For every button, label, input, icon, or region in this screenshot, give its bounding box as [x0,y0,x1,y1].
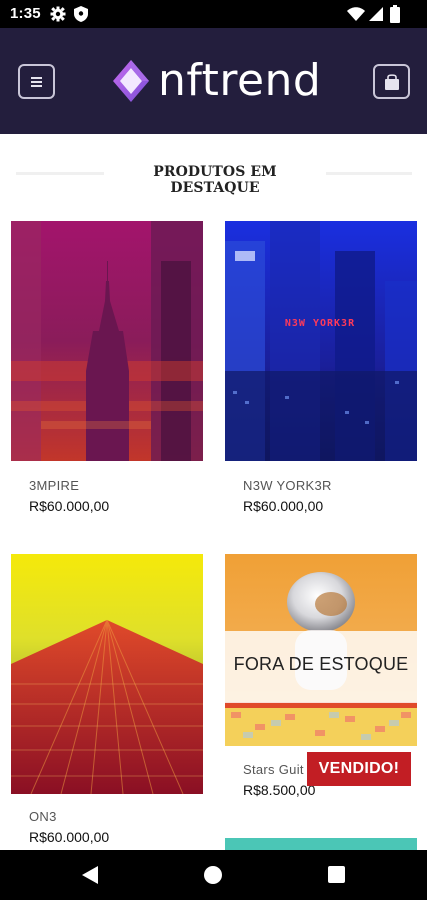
product-price: R$60.000,00 [29,829,110,845]
logo-text[interactable]: nftrend [158,52,321,110]
product-card[interactable]: ON3 R$60.000,00 [11,554,203,850]
product-card[interactable]: N3W YORK3R N3W YORK3R R$60.000,00 [225,221,417,521]
shopping-bag-icon [385,74,399,90]
out-of-stock-label: FORA DE ESTOQUE [233,654,409,674]
menu-button[interactable] [18,64,55,99]
product-price: R$60.000,00 [243,498,324,514]
product-name[interactable]: ON3 [29,809,57,824]
section-divider-left [16,172,104,175]
product-card[interactable]: 3MPIRE R$60.000,00 [11,221,203,521]
sold-badge: VENDIDO! [307,752,411,786]
home-icon[interactable] [204,866,222,884]
back-icon[interactable] [82,866,98,884]
status-time: 1:35 [10,5,41,22]
battery-icon [390,5,400,23]
app-header: nftrend [0,28,427,134]
section-title: PRODUTOS EM DESTAQUE [153,164,277,196]
one-tower-artwork[interactable] [11,554,203,794]
cart-button[interactable] [373,64,410,99]
next-product-card-edge[interactable] [225,838,417,850]
product-price: R$60.000,00 [29,498,110,514]
status-bar: 1:35 [0,0,427,28]
section-divider-right [326,172,412,175]
system-nav-bar [0,850,427,900]
signal-icon [369,7,383,21]
product-name[interactable]: Stars Guit [243,762,304,777]
product-name[interactable]: 3MPIRE [29,478,79,493]
shield-icon [74,6,88,22]
gear-icon [50,6,66,22]
logo-diamond-icon [113,60,149,102]
product-price: R$8.500,00 [243,782,316,798]
recents-icon[interactable] [328,866,345,883]
empire-building-artwork[interactable] [11,221,203,461]
artwork-title-text: N3W YORK3R [285,318,355,329]
product-name[interactable]: N3W YORK3R [243,478,332,493]
new-yorker-city-artwork[interactable]: N3W YORK3R [225,221,417,461]
wifi-icon [347,7,365,21]
